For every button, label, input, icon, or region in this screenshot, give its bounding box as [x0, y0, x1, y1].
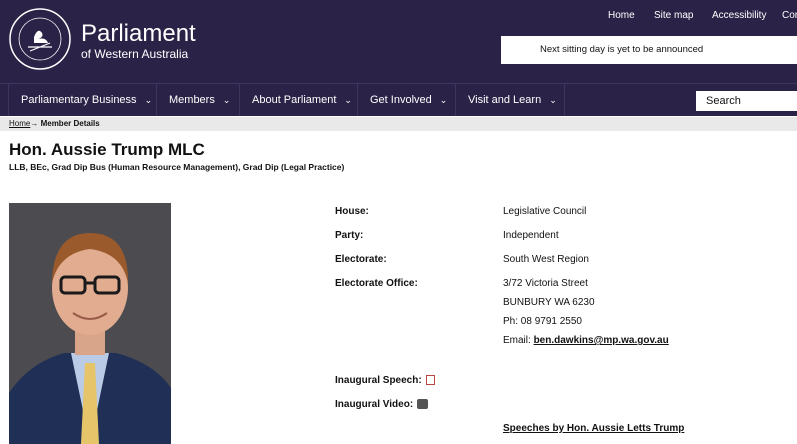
- nav-label: Get Involved: [370, 94, 432, 106]
- breadcrumb-home-link[interactable]: Home: [9, 119, 30, 128]
- nav-label: Visit and Learn: [468, 94, 542, 106]
- email-link[interactable]: ben.dawkins@mp.wa.gov.au: [534, 335, 669, 346]
- nav-label: Members: [169, 94, 215, 106]
- office-address-line1: 3/72 Victoria Street: [503, 278, 588, 289]
- video-icon[interactable]: [417, 399, 429, 410]
- member-portrait-image: [9, 203, 171, 444]
- inaugural-speech: Inaugural Speech:: [335, 375, 435, 386]
- breadcrumb-current: Member Details: [40, 119, 100, 128]
- chevron-down-icon: ⌄: [144, 95, 153, 105]
- party-value: Independent: [503, 230, 559, 241]
- top-link-accessibility[interactable]: Accessibility: [712, 10, 766, 21]
- chevron-down-icon: ⌄: [344, 95, 352, 105]
- sitting-day-notice: Next sitting day is yet to be announced: [501, 36, 797, 64]
- breadcrumb: Home→ Member Details: [0, 117, 797, 131]
- member-photo: [9, 203, 171, 444]
- nav-label: Parliamentary Business: [21, 94, 137, 106]
- top-link-contact[interactable]: Cor: [782, 10, 797, 21]
- electorate-office-label: Electorate Office:: [335, 278, 418, 289]
- inaugural-video: Inaugural Video:: [335, 399, 429, 410]
- email-label: Email:: [503, 335, 531, 346]
- page-title: Hon. Aussie Trump MLC: [9, 140, 205, 159]
- party-label: Party:: [335, 230, 364, 241]
- chevron-down-icon: ⌄: [439, 95, 448, 105]
- chevron-down-icon: ⌄: [549, 95, 557, 105]
- inaugural-speech-label: Inaugural Speech:: [335, 375, 422, 386]
- nav-parliamentary-business[interactable]: Parliamentary Business ⌄: [8, 84, 157, 116]
- electorate-value: South West Region: [503, 254, 589, 265]
- pdf-icon[interactable]: [425, 375, 435, 386]
- nav-members[interactable]: Members ⌄: [156, 84, 240, 116]
- office-email: Email: ben.dawkins@mp.wa.gov.au: [503, 335, 669, 346]
- nav-visit-and-learn[interactable]: Visit and Learn ⌄: [455, 84, 565, 116]
- office-address-line2: BUNBURY WA 6230: [503, 297, 595, 308]
- main-nav: Parliamentary Business ⌄ Members ⌄ About P…: [0, 83, 797, 116]
- chevron-down-icon: ⌄: [222, 95, 231, 105]
- nav-about-parliament[interactable]: About Parliament ⌄: [239, 84, 358, 116]
- electorate-label: Electorate:: [335, 254, 387, 265]
- logo-title[interactable]: Parliament: [81, 22, 196, 46]
- nav-get-involved[interactable]: Get Involved ⌄: [357, 84, 456, 116]
- house-label: House:: [335, 206, 369, 217]
- nav-label: About Parliament: [252, 94, 337, 106]
- inaugural-video-label: Inaugural Video:: [335, 399, 414, 410]
- top-link-home[interactable]: Home: [608, 10, 635, 21]
- speeches-link-row: Speeches by Hon. Aussie Letts Trump: [503, 423, 684, 434]
- breadcrumb-separator: →: [30, 119, 39, 128]
- search-input[interactable]: Search: [696, 91, 797, 111]
- office-phone: Ph: 08 9791 2550: [503, 316, 582, 327]
- house-value: Legislative Council: [503, 206, 587, 217]
- site-header: Parliament of Western Australia Home Sit…: [0, 0, 797, 83]
- speeches-link[interactable]: Speeches by Hon. Aussie Letts Trump: [503, 423, 684, 434]
- logo-subtitle[interactable]: of Western Australia: [81, 47, 188, 61]
- parliament-seal-icon[interactable]: [8, 7, 72, 71]
- top-link-site-map[interactable]: Site map: [654, 10, 693, 21]
- member-qualifications: LLB, BEc, Grad Dip Bus (Human Resource M…: [9, 162, 345, 172]
